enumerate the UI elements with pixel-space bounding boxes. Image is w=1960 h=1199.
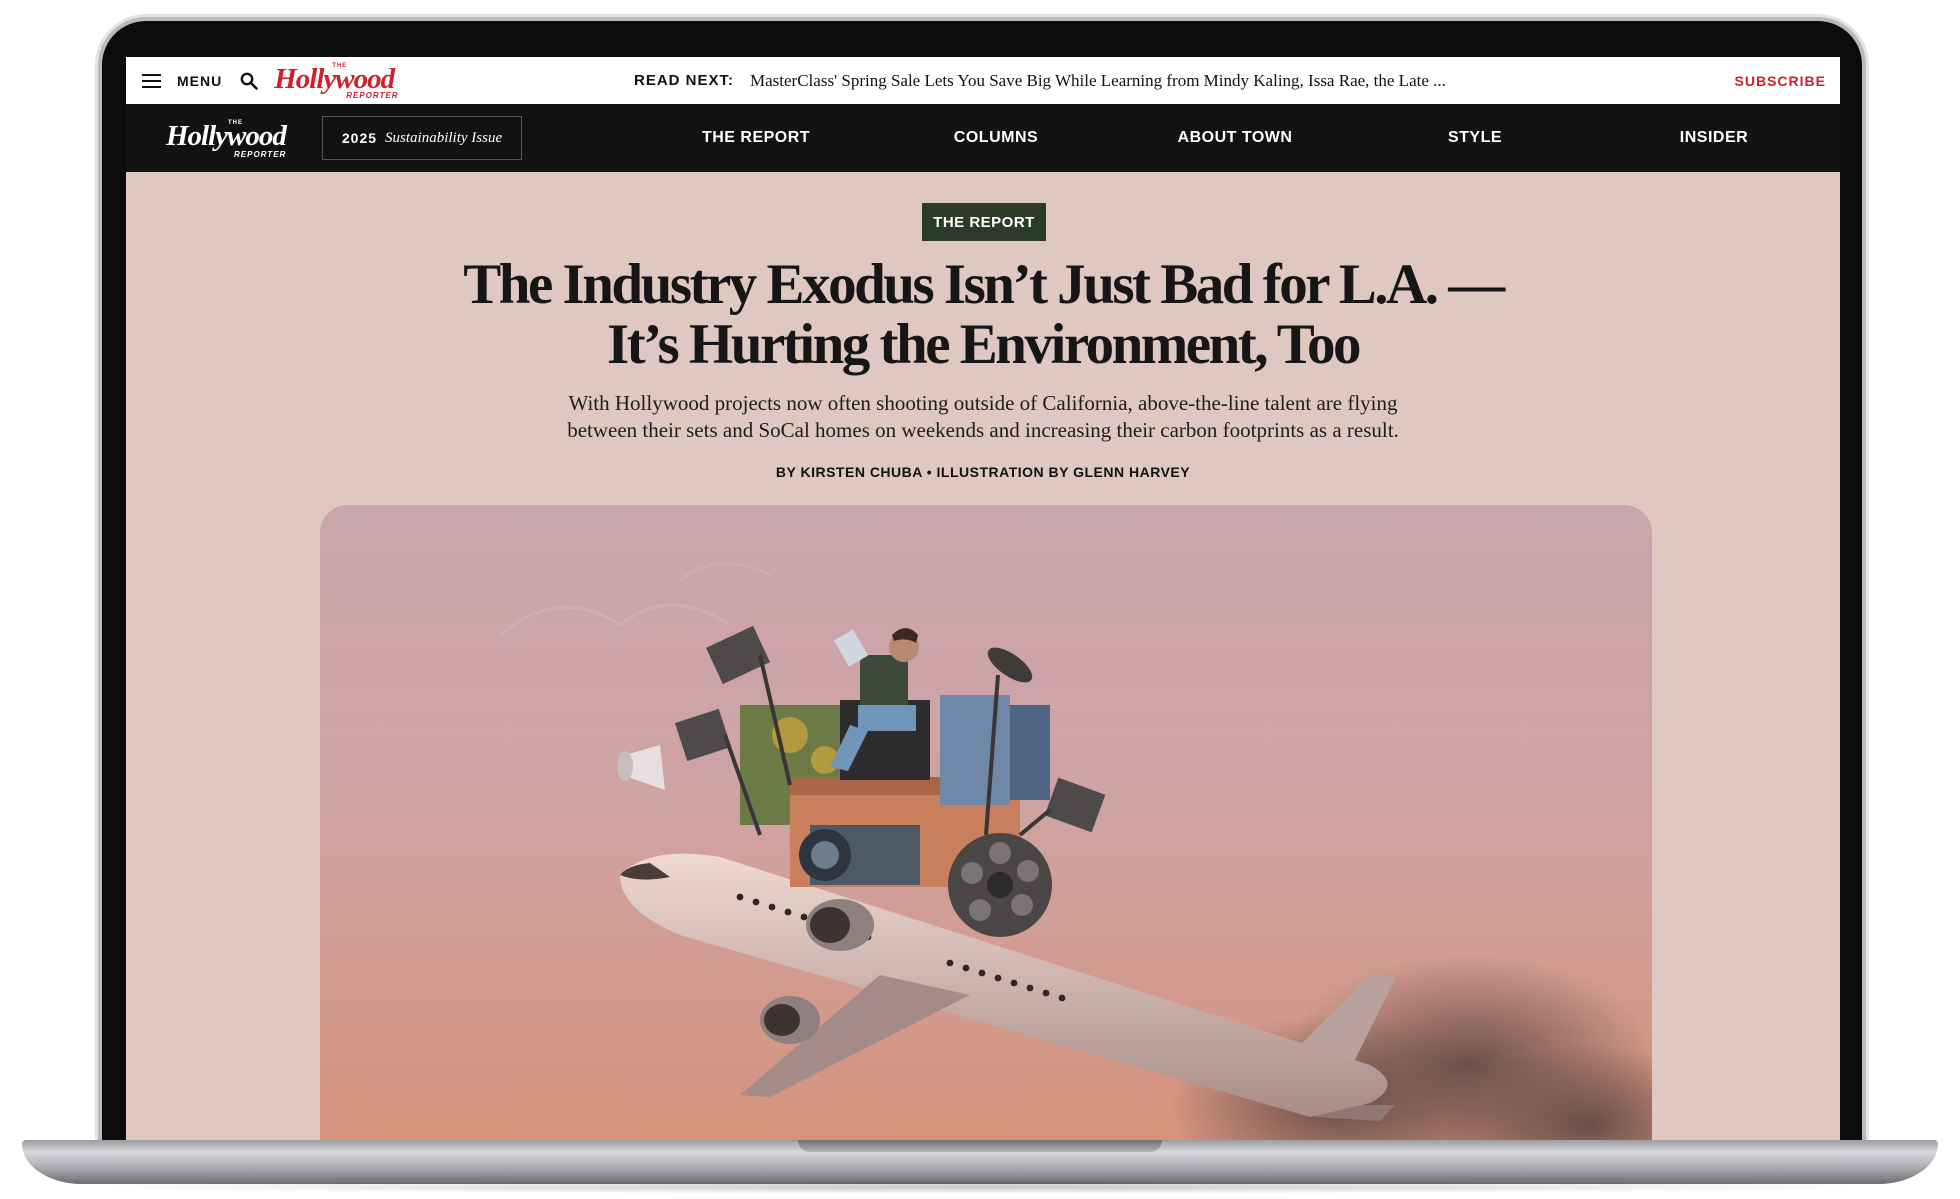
article-headline: The Industry Exodus Isn’t Just Bad for L… xyxy=(463,253,1505,376)
hero-illustration xyxy=(320,505,1652,1143)
nav-item-style[interactable]: STYLE xyxy=(1385,104,1565,172)
read-next: READ NEXT: MasterClass' Spring Sale Lets… xyxy=(634,57,1446,104)
issue-year: 2025 xyxy=(341,130,378,146)
nav-logo[interactable]: Hollywood THE REPORTER xyxy=(166,114,306,162)
issue-link[interactable]: 2025 Sustainability Issue xyxy=(322,116,522,160)
article-dek: With Hollywood projects now often shooti… xyxy=(567,391,1399,442)
issue-name: Sustainability Issue xyxy=(385,129,503,146)
menu-button[interactable]: MENU xyxy=(142,73,222,89)
hollywood-reporter-logo[interactable]: Hollywood THE REPORTER xyxy=(274,61,414,101)
search-icon[interactable] xyxy=(240,72,259,90)
nav-item-insider[interactable]: INSIDER xyxy=(1624,104,1804,172)
read-next-label: READ NEXT: xyxy=(634,72,735,89)
nav-item-columns[interactable]: COLUMNS xyxy=(906,104,1086,172)
category-badge[interactable]: THE REPORT xyxy=(922,203,1046,241)
laptop-shadow xyxy=(60,1180,1900,1194)
nav-item-about-town[interactable]: ABOUT TOWN xyxy=(1145,104,1325,172)
nav-item-the-report[interactable]: THE REPORT xyxy=(666,104,846,172)
top-utility-bar: MENU Hollywood THE REPORTER READ NEXT: M… xyxy=(126,57,1840,105)
hamburger-icon xyxy=(142,73,161,88)
browser-viewport: MENU Hollywood THE REPORTER READ NEXT: M… xyxy=(126,57,1840,1143)
laptop-notch xyxy=(798,1140,1162,1152)
section-nav: Hollywood THE REPORTER 2025 Sustainabili… xyxy=(126,104,1840,172)
subscribe-link[interactable]: SUBSCRIBE xyxy=(1735,57,1826,104)
menu-label: MENU xyxy=(177,72,223,89)
article-byline: BY KIRSTEN CHUBA • ILLUSTRATION BY GLENN… xyxy=(775,464,1191,480)
read-next-link[interactable]: MasterClass' Spring Sale Lets You Save B… xyxy=(750,71,1446,91)
